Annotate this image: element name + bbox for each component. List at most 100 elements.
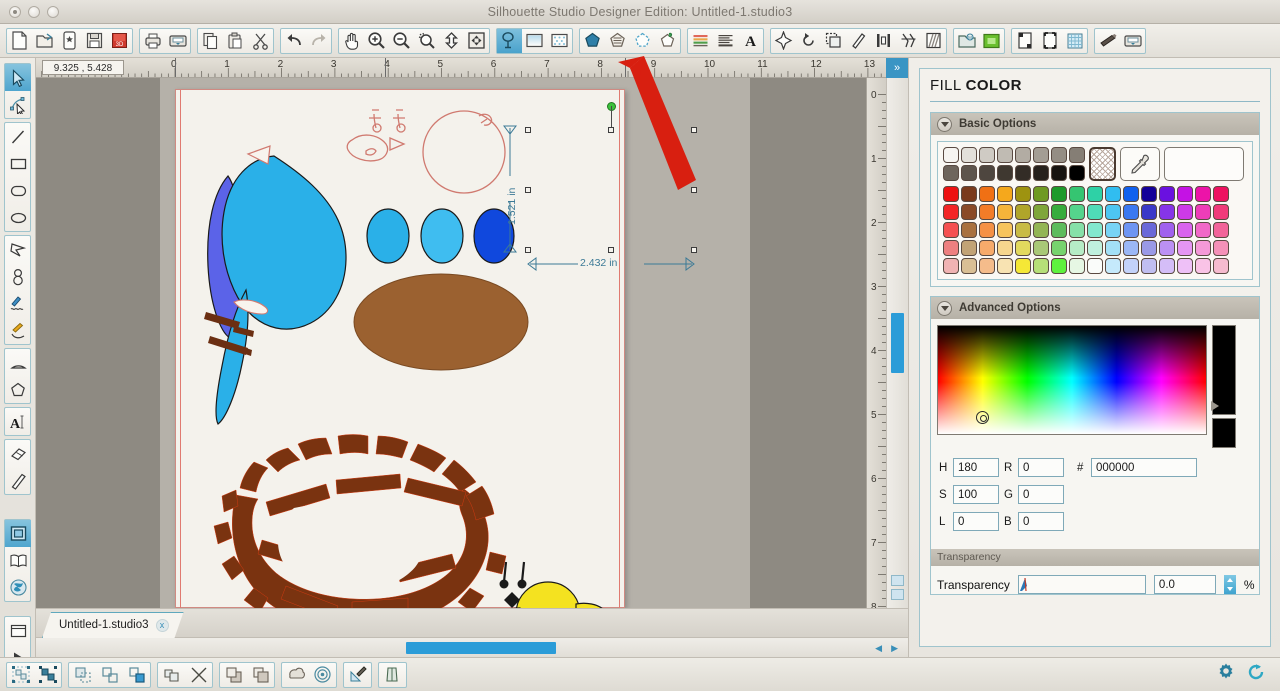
color-swatch[interactable] [1105, 258, 1121, 274]
my-library-button[interactable]: M [954, 29, 979, 53]
color-swatch-row-4[interactable] [943, 240, 1247, 256]
color-swatch[interactable] [1015, 240, 1031, 256]
color-swatch[interactable] [1033, 147, 1049, 163]
color-swatch[interactable] [1141, 204, 1157, 220]
paste-button[interactable] [223, 29, 248, 53]
brightness-slider[interactable] [1211, 325, 1236, 415]
preferences-gear-icon[interactable] [1216, 662, 1236, 687]
vertical-scrollbar[interactable] [886, 78, 908, 608]
color-swatch[interactable] [1051, 222, 1067, 238]
fit-to-page-button[interactable] [439, 29, 464, 53]
color-swatch[interactable] [1159, 258, 1175, 274]
knife-tool-button[interactable] [5, 467, 31, 494]
color-swatch[interactable] [1195, 258, 1211, 274]
ellipse-tool-button[interactable] [5, 204, 31, 231]
new-document-button[interactable] [7, 29, 32, 53]
cut-preview-button[interactable] [5, 617, 31, 644]
color-swatch-row-1[interactable] [943, 186, 1247, 202]
transparency-slider[interactable] [1017, 575, 1146, 594]
no-fill-swatch[interactable] [1089, 147, 1116, 181]
horizontal-ruler[interactable]: 9.325 , 5.428 1012345678910111213 [36, 58, 908, 78]
color-swatch[interactable] [1195, 204, 1211, 220]
scroll-down-button[interactable] [891, 589, 904, 600]
zoom-out-button[interactable] [389, 29, 414, 53]
fill-color-panel-button[interactable] [497, 28, 522, 53]
zoom-selection-button[interactable] [414, 29, 439, 53]
color-swatch[interactable] [943, 165, 959, 181]
color-swatch[interactable] [1177, 222, 1193, 238]
pattern-fill-panel-button[interactable] [547, 29, 572, 53]
gray-swatch-row-2[interactable] [943, 165, 1085, 181]
color-swatch[interactable] [1177, 258, 1193, 274]
polygon-tool-button[interactable] [5, 236, 31, 263]
grid-settings-button[interactable] [1062, 29, 1087, 53]
color-swatch[interactable] [979, 240, 995, 256]
color-swatch[interactable] [1123, 240, 1139, 256]
color-swatch[interactable] [1141, 222, 1157, 238]
scroll-left-button[interactable]: ◀ [875, 643, 882, 654]
color-swatch[interactable] [997, 165, 1013, 181]
chevron-down-icon[interactable] [937, 300, 952, 316]
color-swatch[interactable] [1069, 186, 1085, 202]
sketch-panel-button[interactable] [655, 29, 680, 53]
custom-color-swatch[interactable] [1164, 147, 1244, 181]
shadow-button[interactable] [282, 663, 309, 687]
color-swatch[interactable] [1141, 258, 1157, 274]
text-panel-button[interactable]: A [738, 29, 763, 53]
color-swatch[interactable] [943, 147, 959, 163]
color-swatch[interactable] [1105, 240, 1121, 256]
color-swatch[interactable] [1141, 186, 1157, 202]
hex-input[interactable]: 000000 [1091, 458, 1197, 477]
color-swatch[interactable] [1051, 165, 1067, 181]
merge-button[interactable] [123, 663, 150, 687]
send-to-cutter-button[interactable] [1120, 29, 1145, 53]
color-swatch[interactable] [1159, 222, 1175, 238]
text-tool-button[interactable]: A [5, 408, 31, 435]
color-swatch[interactable] [1051, 258, 1067, 274]
color-swatch[interactable] [1015, 147, 1031, 163]
send-to-silhouette-button[interactable] [165, 29, 190, 53]
save-3d-button[interactable]: 3D [107, 29, 132, 53]
store-button[interactable] [979, 29, 1004, 53]
color-swatch[interactable] [997, 186, 1013, 202]
knife-panel-button[interactable] [846, 29, 871, 53]
horizontal-scroll-thumb[interactable] [406, 642, 556, 654]
registration-marks-button[interactable] [1037, 29, 1062, 53]
weld-button[interactable] [158, 663, 185, 687]
color-swatch[interactable] [997, 147, 1013, 163]
color-swatch[interactable] [997, 258, 1013, 274]
transparency-stepper[interactable] [1223, 575, 1236, 594]
bring-to-front-button[interactable] [220, 663, 247, 687]
color-swatch[interactable] [1069, 204, 1085, 220]
detach-button[interactable] [185, 663, 212, 687]
selection-bounding-box[interactable]: 1.521 in 2.432 in [503, 102, 697, 271]
color-swatch[interactable] [1015, 258, 1031, 274]
color-swatch[interactable] [997, 240, 1013, 256]
expand-panel-button[interactable]: » [886, 58, 908, 78]
color-swatch[interactable] [1015, 204, 1031, 220]
offset-rings-button[interactable] [309, 663, 336, 687]
color-swatch[interactable] [1033, 240, 1049, 256]
pan-tool-button[interactable] [339, 29, 364, 53]
color-swatch[interactable] [943, 258, 959, 274]
rectangle-tool-button[interactable] [5, 150, 31, 177]
saturation-input[interactable]: 100 [953, 485, 999, 504]
eraser-tool-button[interactable] [5, 440, 31, 467]
design-view-button[interactable] [5, 520, 31, 547]
color-swatch[interactable] [1105, 222, 1121, 238]
color-swatch-grid[interactable] [937, 141, 1253, 280]
color-swatch-row-3[interactable] [943, 222, 1247, 238]
store-view-button[interactable] [5, 574, 31, 601]
color-swatch[interactable] [1087, 186, 1103, 202]
color-swatch[interactable] [979, 258, 995, 274]
cut-settings-button[interactable] [1095, 29, 1120, 53]
line-thickness-panel-button[interactable] [630, 29, 655, 53]
select-tool-button[interactable] [5, 64, 31, 91]
color-swatch[interactable] [943, 186, 959, 202]
arc-tool-button[interactable] [5, 349, 31, 376]
color-swatch[interactable] [961, 147, 977, 163]
modify-panel-button[interactable] [896, 29, 921, 53]
color-swatch[interactable] [1033, 258, 1049, 274]
color-swatch[interactable] [1213, 240, 1229, 256]
color-swatch[interactable] [1033, 165, 1049, 181]
